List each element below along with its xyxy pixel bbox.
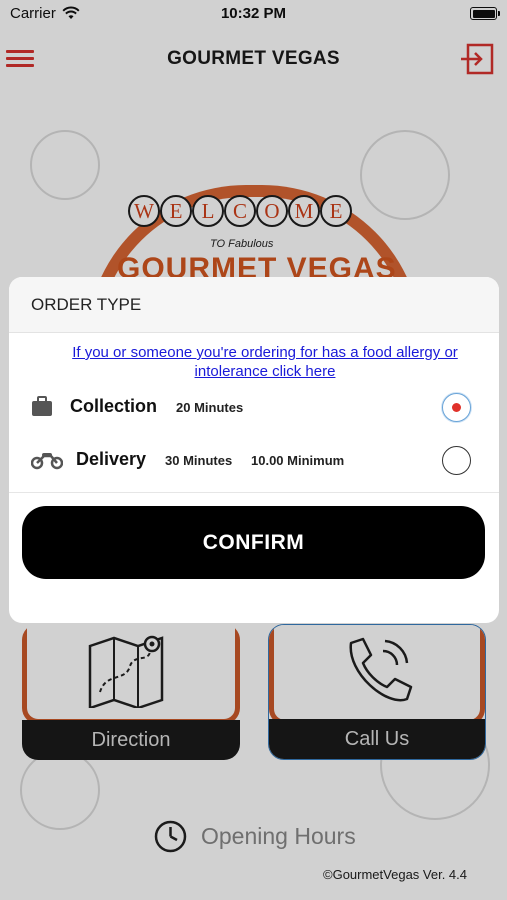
motorbike-icon — [31, 453, 63, 470]
dialog-header: ORDER TYPE — [9, 277, 499, 333]
food-allergy-link[interactable]: If you or someone you're ordering for ha… — [9, 343, 499, 381]
confirm-button[interactable]: CONFIRM — [22, 506, 485, 579]
delivery-radio[interactable] — [442, 446, 471, 475]
briefcase-icon — [32, 396, 52, 416]
collection-radio[interactable] — [442, 393, 471, 422]
dialog-title: ORDER TYPE — [31, 294, 142, 314]
collection-time: 20 Minutes — [176, 400, 244, 415]
dialog-divider — [9, 492, 499, 493]
collection-label: Collection — [70, 396, 158, 416]
delivery-option[interactable]: Delivery 30 Minutes 10.00 Minimum — [9, 440, 499, 480]
delivery-time: 30 Minutes — [165, 453, 233, 468]
order-type-dialog: ORDER TYPE If you or someone you're orde… — [9, 277, 499, 623]
delivery-minimum: 10.00 Minimum — [251, 453, 345, 468]
delivery-label: Delivery — [76, 449, 147, 469]
collection-option[interactable]: Collection 20 Minutes — [9, 387, 499, 427]
